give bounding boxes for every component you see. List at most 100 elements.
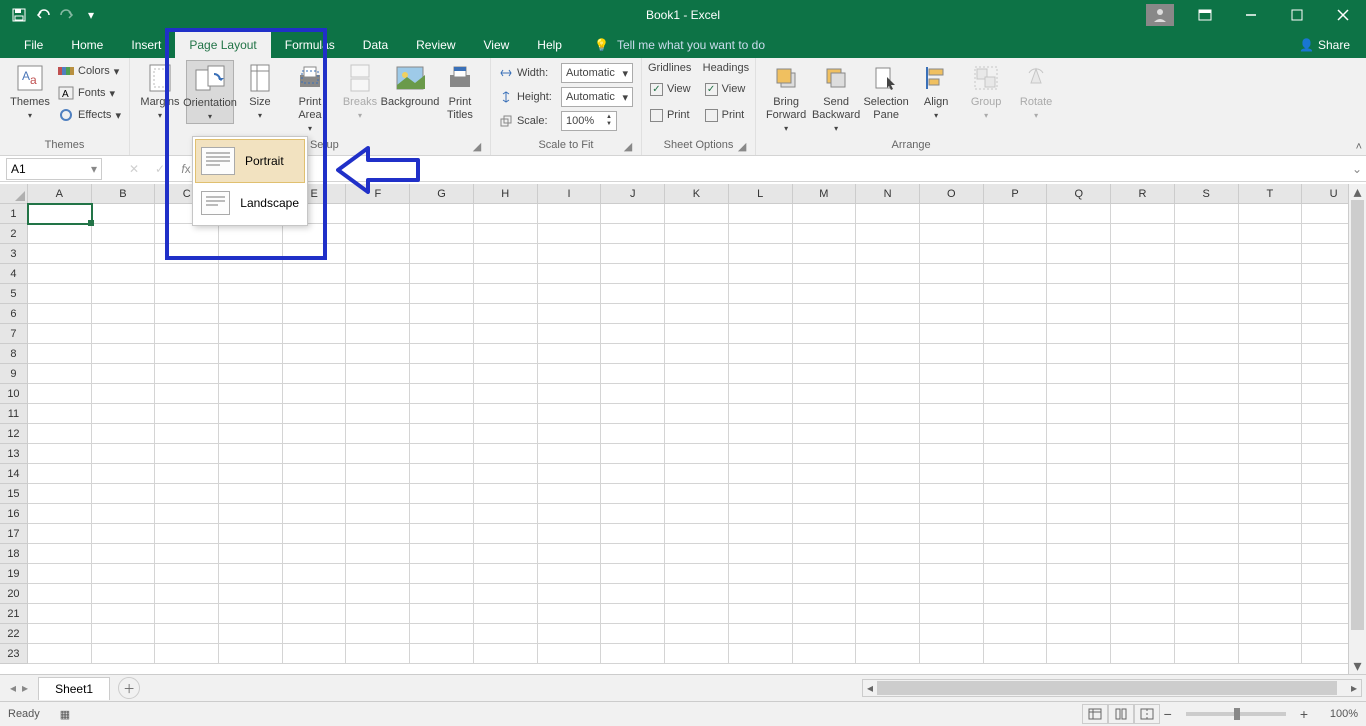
cell[interactable] [1239, 404, 1303, 424]
cell[interactable] [601, 204, 665, 224]
cell[interactable] [1239, 324, 1303, 344]
cell[interactable] [155, 284, 219, 304]
cell[interactable] [283, 544, 347, 564]
cell[interactable] [155, 624, 219, 644]
cell[interactable] [219, 304, 283, 324]
cell[interactable] [920, 264, 984, 284]
cell[interactable] [346, 624, 410, 644]
cell[interactable] [219, 484, 283, 504]
cell[interactable] [920, 544, 984, 564]
column-header[interactable]: O [920, 184, 984, 203]
ribbon-display-options-icon[interactable] [1182, 0, 1228, 30]
cell[interactable] [984, 584, 1048, 604]
cell[interactable] [793, 524, 857, 544]
cell[interactable] [283, 644, 347, 664]
cell[interactable] [1239, 304, 1303, 324]
cell[interactable] [538, 264, 602, 284]
column-header[interactable]: A [28, 184, 92, 203]
selection-pane-button[interactable]: Selection Pane [862, 60, 910, 122]
cell[interactable] [1239, 544, 1303, 564]
row-header[interactable]: 6 [0, 304, 28, 324]
cell[interactable] [538, 544, 602, 564]
cell[interactable] [1047, 524, 1111, 544]
cell[interactable] [793, 584, 857, 604]
cell[interactable] [283, 324, 347, 344]
cell[interactable] [92, 224, 156, 244]
close-button[interactable] [1320, 0, 1366, 30]
cell[interactable] [538, 504, 602, 524]
cell[interactable] [410, 604, 474, 624]
breaks-button[interactable]: Breaks▾ [336, 60, 384, 122]
cell[interactable] [219, 464, 283, 484]
cell[interactable] [410, 484, 474, 504]
cell[interactable] [856, 624, 920, 644]
cell[interactable] [856, 284, 920, 304]
cell[interactable] [793, 644, 857, 664]
row-header[interactable]: 17 [0, 524, 28, 544]
cell[interactable] [856, 524, 920, 544]
scrollbar-thumb[interactable] [877, 681, 1337, 695]
cell[interactable] [984, 344, 1048, 364]
cell[interactable] [28, 204, 92, 224]
cell[interactable] [1047, 604, 1111, 624]
cell[interactable] [601, 244, 665, 264]
cell[interactable] [92, 264, 156, 284]
cell[interactable] [283, 444, 347, 464]
cell[interactable] [1111, 484, 1175, 504]
cell[interactable] [28, 264, 92, 284]
cell[interactable] [92, 544, 156, 564]
tab-data[interactable]: Data [349, 32, 402, 58]
cell[interactable] [1175, 484, 1239, 504]
column-header[interactable]: Q [1047, 184, 1111, 203]
cell[interactable] [1047, 424, 1111, 444]
cell[interactable] [601, 304, 665, 324]
cell[interactable] [665, 544, 729, 564]
cell[interactable] [538, 404, 602, 424]
cell[interactable] [474, 244, 538, 264]
cell[interactable] [410, 644, 474, 664]
cell[interactable] [856, 224, 920, 244]
themes-button[interactable]: Aa Themes▾ [6, 60, 54, 122]
cell[interactable] [984, 564, 1048, 584]
row-header[interactable]: 2 [0, 224, 28, 244]
cell[interactable] [1111, 284, 1175, 304]
view-page-layout-button[interactable] [1108, 704, 1134, 724]
row-header[interactable]: 21 [0, 604, 28, 624]
minimize-button[interactable] [1228, 0, 1274, 30]
cell[interactable] [92, 324, 156, 344]
cell[interactable] [538, 424, 602, 444]
cell[interactable] [28, 304, 92, 324]
cell[interactable] [601, 324, 665, 344]
cell[interactable] [729, 624, 793, 644]
cell[interactable] [856, 544, 920, 564]
cell[interactable] [410, 244, 474, 264]
column-header[interactable]: H [474, 184, 538, 203]
cell[interactable] [665, 364, 729, 384]
cell[interactable] [856, 204, 920, 224]
cell[interactable] [665, 504, 729, 524]
gridlines-view-checkbox[interactable]: ✓View [648, 78, 693, 100]
cell[interactable] [856, 344, 920, 364]
cell[interactable] [1239, 624, 1303, 644]
cell[interactable] [601, 224, 665, 244]
cell[interactable] [1047, 584, 1111, 604]
cell[interactable] [729, 444, 793, 464]
cell[interactable] [1239, 464, 1303, 484]
cell[interactable] [984, 264, 1048, 284]
cell[interactable] [1111, 204, 1175, 224]
cell[interactable] [601, 404, 665, 424]
enter-formula-icon[interactable]: ✓ [148, 162, 172, 176]
cell[interactable] [283, 424, 347, 444]
cell[interactable] [283, 504, 347, 524]
cell[interactable] [984, 484, 1048, 504]
cell[interactable] [346, 544, 410, 564]
row-header[interactable]: 11 [0, 404, 28, 424]
cell[interactable] [155, 444, 219, 464]
width-select[interactable]: Automatic▾ [561, 63, 633, 83]
cell[interactable] [984, 284, 1048, 304]
cell[interactable] [219, 504, 283, 524]
cell[interactable] [920, 624, 984, 644]
cell[interactable] [984, 324, 1048, 344]
cell[interactable] [920, 224, 984, 244]
cell[interactable] [601, 364, 665, 384]
